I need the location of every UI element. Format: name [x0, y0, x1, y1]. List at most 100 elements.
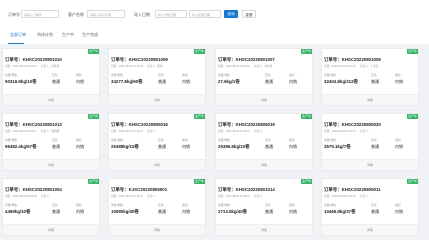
color-value: 普通 — [265, 144, 273, 149]
order-number: 订单号：KHSC20220805019 — [218, 122, 275, 127]
tab-all[interactable]: 全部订单 — [10, 32, 26, 38]
order-card-grid: 生产中 订单号：KHSC20220801010 创建：2022-08-06 23:4… — [0, 48, 429, 240]
order-card[interactable]: 生产中 订单号：KHSC20220805011 创建：2022-08-05 21:4… — [321, 178, 419, 236]
weight-value: 50316.9kg/10卷 — [5, 79, 37, 84]
detail-link[interactable]: 详情 — [3, 224, 99, 235]
weight-label: 重量/卷数 — [5, 138, 17, 142]
weight-label: 重量/卷数 — [218, 138, 230, 142]
weight-label: 重量/卷数 — [324, 73, 336, 77]
color-label: 花色 — [52, 73, 58, 77]
search-button[interactable]: 查询 — [224, 10, 238, 18]
owner: 负责人：李梦琪 — [41, 65, 60, 68]
category-label: 类别 — [182, 73, 188, 77]
color-value: 普通 — [52, 144, 60, 149]
category-label: 类别 — [76, 203, 82, 207]
order-input[interactable]: 请输入订单号 — [21, 10, 59, 18]
status-badge: 生产中 — [88, 114, 99, 119]
category-label: 类别 — [182, 203, 188, 207]
order-number: 订单号：KHSC20220801014 — [218, 187, 275, 192]
order-card[interactable]: 生产中 订单号：KHSC20220801004 创建：2022-08-06 23:4… — [2, 178, 100, 236]
category-value: 内销 — [76, 79, 84, 84]
color-value: 普通 — [265, 79, 273, 84]
status-badge: 生产中 — [301, 179, 312, 184]
color-value: 普通 — [265, 209, 273, 214]
color-value: 普通 — [158, 209, 166, 214]
detail-link[interactable]: 详情 — [109, 159, 205, 170]
color-label: 花色 — [52, 138, 58, 142]
order-number: 订单号：KHSC20220801010 — [5, 57, 62, 62]
order-card[interactable]: 生产中 订单号：KHSC20220801014 创建：2022-08-05 21:4… — [215, 178, 313, 236]
detail-link[interactable]: 详情 — [322, 94, 418, 105]
end-date-input[interactable]: 导入结束日期 — [189, 10, 221, 18]
order-card[interactable]: 生产中 订单号：KHSC20220801009 创建：2022-08-06 23:4… — [321, 48, 419, 106]
category-label: 类别 — [289, 138, 295, 142]
start-date-input[interactable]: 导入开始日期 — [155, 10, 187, 18]
owner: 负责人： — [254, 130, 265, 133]
color-value: 普通 — [158, 79, 166, 84]
color-label: 花色 — [371, 203, 377, 207]
color-label: 花色 — [52, 203, 58, 207]
reset-button[interactable]: 重置 — [242, 10, 256, 18]
weight-value: 25386.8kg/10卷 — [218, 144, 250, 149]
order-card[interactable]: 生产中 订单号：KHSC20220805016 创建：2022-08-05 21:4… — [108, 113, 206, 171]
status-badge: 生产中 — [88, 179, 99, 184]
detail-link[interactable]: 详情 — [3, 159, 99, 170]
weight-value: 96482.4kg/67卷 — [5, 144, 37, 149]
detail-link[interactable]: 详情 — [216, 94, 312, 105]
color-label: 花色 — [371, 138, 377, 142]
order-label: 订单号 — [8, 12, 20, 17]
color-value: 普通 — [371, 209, 379, 214]
category-label: 类别 — [395, 73, 401, 77]
order-number: 订单号：KHSC20220801009 — [111, 57, 168, 62]
category-value: 内销 — [289, 209, 297, 214]
tab-pending[interactable]: 待排计划 — [37, 32, 53, 38]
status-badge: 生产中 — [194, 179, 205, 184]
detail-link[interactable]: 详情 — [322, 159, 418, 170]
detail-link[interactable]: 详情 — [3, 94, 99, 105]
order-number: 订单号：KHSC20220801004 — [5, 187, 62, 192]
category-value: 内销 — [395, 79, 403, 84]
weight-label: 重量/卷数 — [218, 73, 230, 77]
owner: 负责人： — [360, 130, 371, 133]
weight-value: 10465.8kg/37卷 — [324, 209, 356, 214]
tab-in-production[interactable]: 生产中 — [62, 32, 74, 38]
category-value: 内销 — [289, 144, 297, 149]
category-label: 类别 — [182, 138, 188, 142]
detail-link[interactable]: 详情 — [109, 94, 205, 105]
weight-value: 3579.1kg/7卷 — [324, 144, 351, 149]
detail-link[interactable]: 详情 — [322, 224, 418, 235]
status-badge: 生产中 — [407, 49, 418, 54]
customer-input[interactable]: 请输入客户名称 — [87, 10, 125, 18]
category-value: 内销 — [395, 144, 403, 149]
created-date: 创建：2022-08-05 21:44:21 — [324, 195, 356, 198]
color-value: 普通 — [52, 209, 60, 214]
detail-link[interactable]: 详情 — [216, 159, 312, 170]
tab-completed[interactable]: 生产完成 — [82, 32, 98, 38]
owner: 负责人： — [147, 130, 158, 133]
order-card[interactable]: 生产中 订单号：KHSC20220805019 创建：2022-08-05 21:4… — [215, 113, 313, 171]
weight-value: 32404.8kg/212卷 — [324, 79, 358, 84]
order-card[interactable]: 生产中 订单号：KHSC20220801009 创建：2022-08-06 23:4… — [108, 48, 206, 106]
category-value: 内销 — [182, 144, 190, 149]
color-label: 花色 — [265, 203, 271, 207]
weight-label: 重量/卷数 — [5, 203, 17, 207]
weight-label: 重量/卷数 — [218, 203, 230, 207]
order-number: 订单号：KHSC20220805016 — [111, 122, 168, 127]
order-card[interactable]: 生产中 订单号：KHSC20220801007 创建：2022-08-06 23:3… — [215, 48, 313, 106]
owner: 负责人：潘丽娜 — [41, 130, 60, 133]
detail-link[interactable]: 详情 — [109, 224, 205, 235]
order-card[interactable]: 生产中 订单号：KJSC20220805001 创建：2022-08-05 21:4… — [108, 178, 206, 236]
order-card[interactable]: 生产中 订单号：KHSC20220801010 创建：2022-08-06 23:4… — [2, 48, 100, 106]
date-label: 导入日期 — [134, 12, 150, 17]
category-value: 内销 — [182, 209, 190, 214]
detail-link[interactable]: 详情 — [216, 224, 312, 235]
order-number: 订单号：KHSC20220801009 — [324, 57, 381, 62]
created-date: 创建：2022-08-06 23:45:21 — [5, 130, 37, 133]
category-value: 内销 — [289, 79, 297, 84]
order-card[interactable]: 生产中 订单号：KHSC20220805020 创建：2022-08-05 21:4… — [321, 113, 419, 171]
owner: 负责人：刘志刚 — [254, 65, 273, 68]
color-label: 花色 — [158, 73, 164, 77]
weight-value: 2713.5kg/40卷 — [218, 209, 248, 214]
order-card[interactable]: 生产中 订单号：KHSC20220801013 创建：2022-08-06 23:4… — [2, 113, 100, 171]
color-value: 普通 — [52, 79, 60, 84]
